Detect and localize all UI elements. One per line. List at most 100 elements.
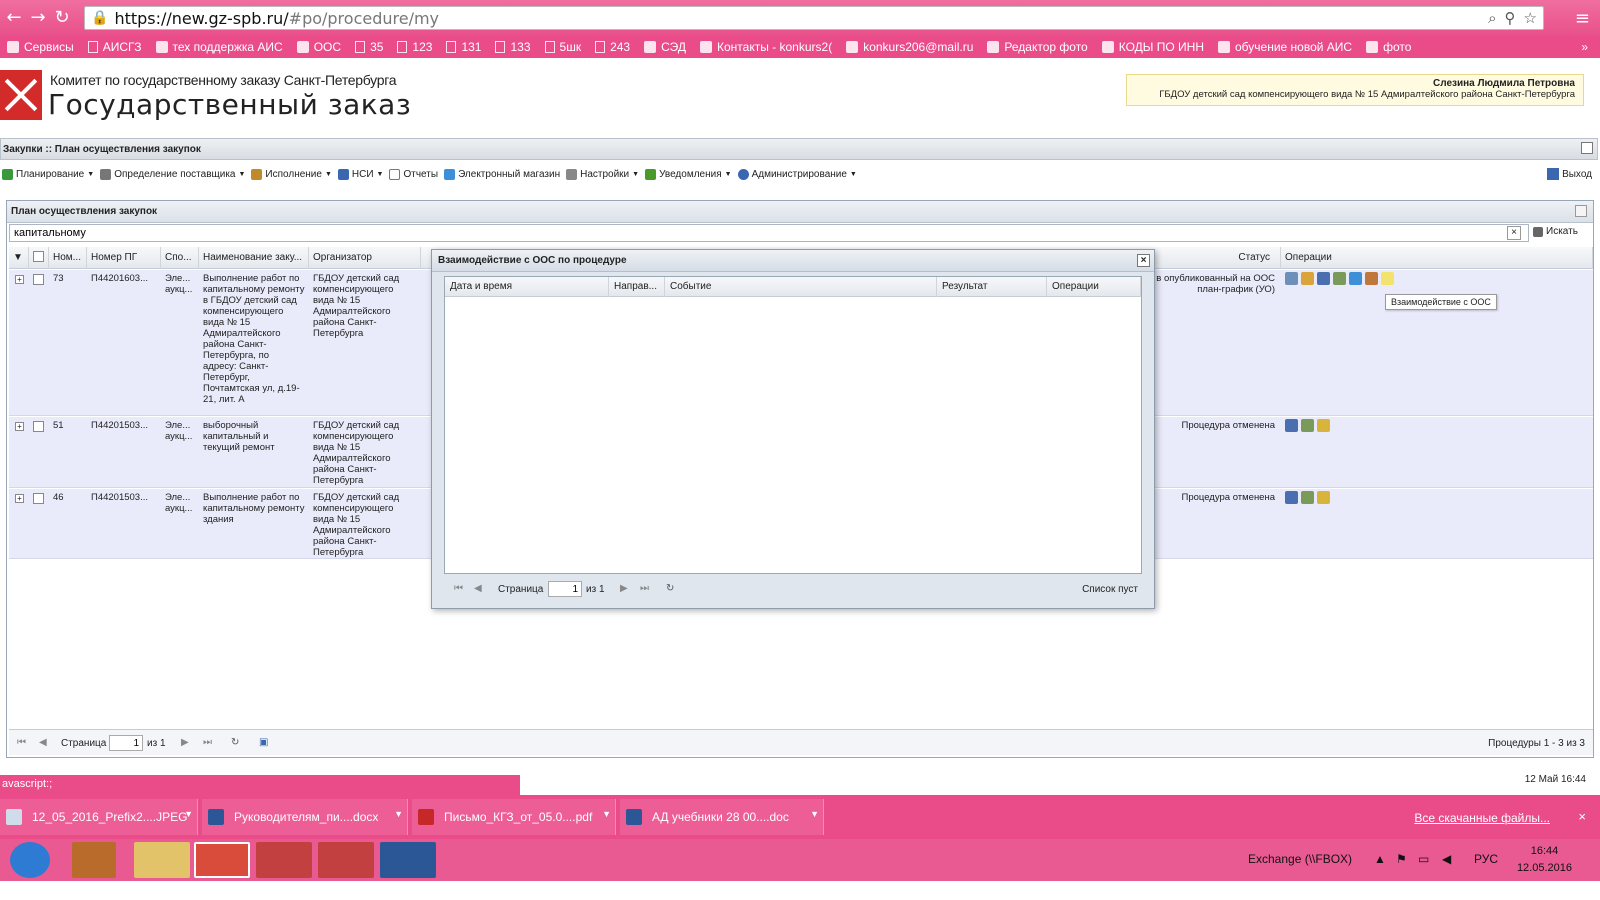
col-dialog-operations[interactable]: Операции <box>1047 277 1141 297</box>
page-input[interactable] <box>109 735 143 751</box>
menu-notifications[interactable]: Уведомления ▼ <box>643 168 735 180</box>
bookmark[interactable]: фото <box>1359 40 1418 54</box>
system-clock[interactable]: 16:44 12.05.2016 <box>1517 843 1572 877</box>
edit-icon[interactable] <box>1285 272 1298 285</box>
network-icon[interactable]: ▭ <box>1418 852 1429 866</box>
bookmark[interactable]: 131 <box>439 40 488 54</box>
exit-button[interactable]: Выход <box>1547 168 1592 180</box>
flag-icon[interactable]: ⚑ <box>1396 852 1407 866</box>
download-item[interactable]: АД учебники 28 00....doc ▼ <box>620 799 824 835</box>
eis-icon[interactable] <box>1349 272 1362 285</box>
all-downloads-link[interactable]: Все скачанные файлы... <box>1414 811 1550 825</box>
bookmark[interactable]: ООС <box>290 40 348 54</box>
tray-expand-icon[interactable]: ▲ <box>1374 852 1386 866</box>
dropdown-icon[interactable]: ▼ <box>394 809 403 819</box>
chart-icon[interactable] <box>1285 491 1298 504</box>
download-item[interactable]: 12_05_2016_Prefix2....JPEG ▼ <box>0 799 198 835</box>
reload-icon[interactable]: ↻ <box>52 8 72 28</box>
bookmark[interactable]: обучение новой АИС <box>1211 40 1359 54</box>
scroll-icon[interactable] <box>1317 419 1330 432</box>
bookmark[interactable]: СЭД <box>637 40 693 54</box>
last-page-icon[interactable]: ⏭ <box>203 737 212 748</box>
col-direction[interactable]: Направ... <box>609 277 665 297</box>
menu-eshop[interactable]: Электронный магазин <box>442 168 564 180</box>
close-icon[interactable]: × <box>1578 809 1586 824</box>
gears-icon[interactable] <box>1301 419 1314 432</box>
refresh-icon[interactable]: ↻ <box>666 583 674 594</box>
row-checkbox[interactable] <box>33 421 44 432</box>
next-page-icon[interactable]: ▶ <box>181 737 189 748</box>
page-input[interactable] <box>548 581 582 597</box>
save-icon[interactable]: ▣ <box>259 737 268 748</box>
gears-icon[interactable] <box>1333 272 1346 285</box>
word-icon[interactable] <box>380 842 436 878</box>
prev-page-icon[interactable]: ◀ <box>39 737 47 748</box>
browser-menu-icon[interactable]: ≡ <box>1575 8 1590 29</box>
more-bookmarks-icon[interactable]: » <box>1581 40 1588 54</box>
col-number[interactable]: Ном... <box>49 247 87 269</box>
dropdown-icon[interactable]: ▼ <box>602 809 611 819</box>
col-event[interactable]: Событие <box>665 277 937 297</box>
bookmark[interactable]: КОДЫ ПО ИНН <box>1095 40 1211 54</box>
dropdown-icon[interactable]: ▼ <box>810 809 819 819</box>
panel-tool-button[interactable] <box>1575 205 1587 217</box>
col-name[interactable]: Наименование заку... <box>199 247 309 269</box>
menu-admin[interactable]: Администрирование ▼ <box>736 168 861 180</box>
address-bar[interactable]: 🔒 https://new.gz-spb.ru/ #po/procedure/m… <box>84 6 1544 30</box>
collapse-button[interactable] <box>1581 142 1593 154</box>
col-result[interactable]: Результат <box>937 277 1047 297</box>
filter-column[interactable]: ▼ <box>9 247 29 269</box>
bookmark[interactable]: 133 <box>488 40 537 54</box>
ie-icon[interactable] <box>10 842 50 878</box>
bookmark[interactable]: Сервисы <box>0 40 81 54</box>
col-organizer[interactable]: Организатор <box>309 247 421 269</box>
row-checkbox[interactable] <box>33 274 44 285</box>
chart-icon[interactable] <box>1285 419 1298 432</box>
bookmark[interactable]: Редактор фото <box>980 40 1094 54</box>
close-icon[interactable]: × <box>1137 254 1150 267</box>
forward-icon[interactable]: → <box>28 8 48 28</box>
menu-reports[interactable]: Отчеты <box>387 168 442 180</box>
explorer-icon[interactable] <box>134 842 190 878</box>
crest-icon[interactable] <box>1365 272 1378 285</box>
scroll-icon[interactable] <box>1317 491 1330 504</box>
dropdown-icon[interactable]: ▼ <box>184 809 193 819</box>
download-item[interactable]: Руководителям_пи....docx ▼ <box>202 799 408 835</box>
expand-icon[interactable]: + <box>15 422 24 431</box>
bookmark[interactable]: 35 <box>348 40 390 54</box>
last-page-icon[interactable]: ⏭ <box>640 583 649 594</box>
bookmark[interactable]: 243 <box>588 40 637 54</box>
menu-nsi[interactable]: НСИ ▼ <box>336 168 388 180</box>
star-icon[interactable]: ☆ <box>1524 9 1537 27</box>
next-page-icon[interactable]: ▶ <box>620 583 628 594</box>
chrome-icon[interactable] <box>194 842 250 878</box>
prev-page-icon[interactable]: ◀ <box>474 583 482 594</box>
menu-supplier[interactable]: Определение поставщика ▼ <box>98 168 249 180</box>
key-icon[interactable]: ⚲ <box>1505 9 1516 27</box>
first-page-icon[interactable]: ⏮ <box>17 737 26 748</box>
chart-icon[interactable] <box>1317 272 1330 285</box>
col-operations[interactable]: Операции <box>1281 247 1593 269</box>
gears-icon[interactable] <box>1301 491 1314 504</box>
refresh-icon[interactable]: ↻ <box>231 737 239 748</box>
back-icon[interactable]: ← <box>4 8 24 28</box>
bookmark[interactable]: АИСГЗ <box>81 40 149 54</box>
download-item[interactable]: Письмо_КГЗ_от_05.0....pdf ▼ <box>412 799 616 835</box>
menu-execution[interactable]: Исполнение ▼ <box>249 168 335 180</box>
col-pg-number[interactable]: Номер ПГ <box>87 247 161 269</box>
clear-search-icon[interactable]: × <box>1507 226 1521 240</box>
select-all-checkbox[interactable] <box>33 251 44 262</box>
language-indicator[interactable]: РУС <box>1474 852 1498 866</box>
select-all-column[interactable] <box>29 247 49 269</box>
key-app-icon[interactable] <box>318 842 374 878</box>
expand-icon[interactable]: + <box>15 275 24 284</box>
bookmark[interactable]: 5шк <box>538 40 589 54</box>
zoom-icon[interactable]: ⌕ <box>1488 9 1496 27</box>
col-status[interactable]: Статус <box>1139 247 1281 269</box>
menu-settings[interactable]: Настройки ▼ <box>564 168 643 180</box>
col-datetime[interactable]: Дата и время <box>445 277 609 297</box>
menu-planning[interactable]: Планирование ▼ <box>0 168 98 180</box>
oos-interaction-icon[interactable] <box>1381 272 1394 285</box>
tray-exchange[interactable]: Exchange (\\FBOX) <box>1248 852 1352 866</box>
row-checkbox[interactable] <box>33 493 44 504</box>
